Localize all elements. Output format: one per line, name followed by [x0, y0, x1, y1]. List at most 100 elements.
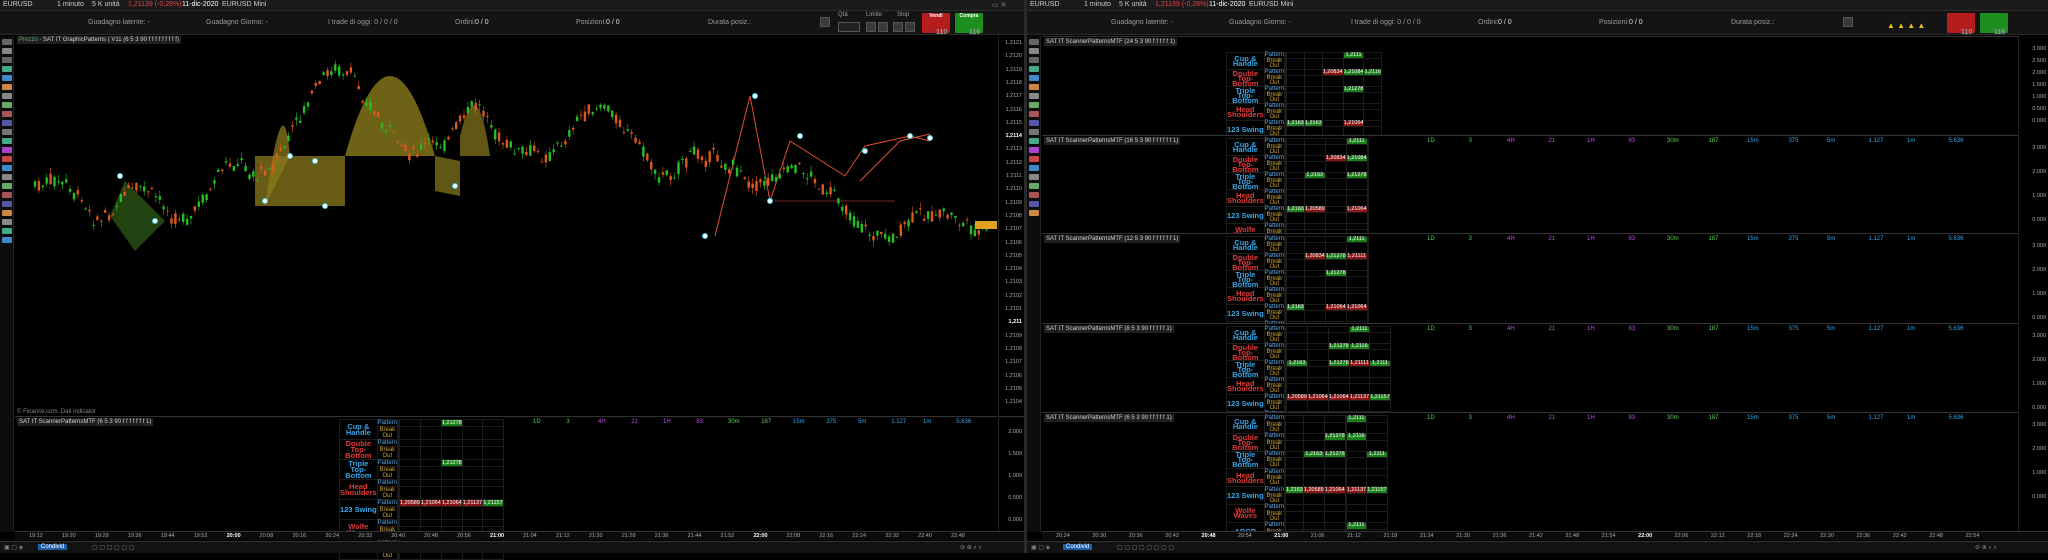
row-kind-label: Break Out [1263, 421, 1286, 434]
channel-tool-icon[interactable] [2, 75, 12, 81]
arrow-tool-icon[interactable] [2, 120, 12, 126]
scanner-cell [1306, 383, 1329, 395]
marker-tool-icon[interactable] [2, 156, 12, 162]
status-icons[interactable]: ▣ ▢ ◈ [4, 544, 23, 551]
measure-tool-icon[interactable] [2, 138, 12, 144]
warning-icon[interactable]: ▲ ▲ ▲ ▲ [1887, 21, 1925, 30]
scanner-cell [1324, 144, 1347, 156]
lock-tool-icon[interactable] [1029, 192, 1039, 198]
zoom-controls[interactable]: ⊖ ⊕ ⌕ ⌕ [1975, 544, 1997, 552]
ellipse-tool-icon[interactable] [2, 111, 12, 117]
pitchfork-tool-icon[interactable] [2, 147, 12, 153]
share-button[interactable]: Condivid [1063, 544, 1093, 550]
scanner-cell [1366, 144, 1369, 156]
positions-value[interactable]: 0 / 0 [606, 19, 620, 26]
timeframe-dropdown[interactable]: 1 minuto [57, 1, 84, 8]
units-dropdown[interactable]: 5 K unità [1119, 1, 1147, 8]
buy-button[interactable]: Compra 116 [955, 13, 983, 36]
ellipse-tool-icon[interactable] [1029, 111, 1039, 117]
candle-body [533, 145, 536, 152]
rectangle-tool-icon[interactable] [2, 102, 12, 108]
status-icons[interactable]: ▣ ▢ ◈ [1031, 544, 1050, 551]
symbol-dropdown[interactable]: EURUSD [3, 1, 33, 8]
fibonacci-tool-icon[interactable] [2, 84, 12, 90]
scanner-cell [461, 486, 484, 500]
settings-icon[interactable] [1843, 17, 1853, 27]
alert-tool-icon[interactable] [1029, 183, 1039, 189]
line-tool-icon[interactable] [2, 57, 12, 63]
positions-value[interactable]: 0 / 0 [1629, 19, 1643, 26]
orders-value[interactable]: 0 / 0 [1498, 19, 1512, 26]
marker-tool-icon[interactable] [1029, 156, 1039, 162]
window-controls[interactable]: ▭ ✕ [992, 1, 1006, 9]
pitchfork-tool-icon[interactable] [1029, 147, 1039, 153]
right-time-axis[interactable]: 20:24 20:30 20:36 20:42 20:48 20:54 21:00 21:06… [1042, 531, 2048, 540]
text-tool-icon[interactable] [1029, 93, 1039, 99]
scanner-cell [482, 479, 504, 487]
cursor-tool-icon[interactable] [1029, 39, 1039, 45]
scanner-cell [1366, 161, 1369, 173]
eraser-tool-icon[interactable] [1029, 129, 1039, 135]
scanner-cell [1286, 109, 1305, 121]
crosshair-tool-icon[interactable] [1029, 48, 1039, 54]
buy-button[interactable]: 116 [1980, 13, 2008, 36]
cursor-tool-icon[interactable] [2, 39, 12, 45]
sell-button[interactable]: 110 [1947, 13, 1975, 36]
time-tick: 21:04 [522, 533, 537, 539]
left-status-tools[interactable]: ▢ ▢ ▢ ▢ ▢ ▢ [92, 544, 134, 551]
symbol-dropdown[interactable]: EURUSD [1030, 1, 1060, 8]
settings-icon[interactable] [820, 17, 830, 27]
right-topbar: EURUSD 1 minuto 5 K unità 1,21139 (-0,28… [1027, 0, 2048, 11]
crosshair-tool-icon[interactable] [2, 48, 12, 54]
candle-body [100, 220, 103, 222]
line-tool-icon[interactable] [1029, 57, 1039, 63]
stop-button[interactable] [893, 22, 903, 32]
measure-tool-icon[interactable] [1029, 138, 1039, 144]
share-button[interactable]: Condivid [38, 544, 68, 550]
fibonacci-tool-icon[interactable] [1029, 84, 1039, 90]
rectangle-tool-icon[interactable] [1029, 102, 1039, 108]
orders-value[interactable]: 0 / 0 [475, 19, 489, 26]
delete-tool-icon[interactable] [2, 210, 12, 216]
stop-button-2[interactable] [905, 22, 915, 32]
sell-button[interactable]: Vendi 110 [922, 13, 950, 36]
hide-tool-icon[interactable] [2, 201, 12, 207]
candle-body [579, 114, 583, 116]
magnet-tool-icon[interactable] [1029, 174, 1039, 180]
timeframe-dropdown[interactable]: 1 minuto [1084, 1, 1111, 8]
zoom-controls[interactable]: ⊖ ⊕ ⌕ ⌕ [960, 544, 982, 552]
trend-tool-icon[interactable] [2, 66, 12, 72]
arrow-tool-icon[interactable] [1029, 120, 1039, 126]
right-status-tools[interactable]: ▢ ▢ ▢ ▢ ▢ ▢ ▢ ▢ [1117, 544, 1174, 551]
limit-button[interactable] [866, 22, 876, 32]
candle-body [848, 212, 852, 221]
left-time-axis[interactable]: 19:12 19:20 19:28 19:36 19:44 19:52 20:00 20:08… [15, 531, 1024, 540]
timeframe-bars: 1.127 [1868, 138, 1884, 144]
stop-label: Stop [897, 12, 910, 18]
limit-button-2[interactable] [878, 22, 888, 32]
trend-tool-icon[interactable] [1029, 66, 1039, 72]
layers-tool-icon[interactable] [2, 219, 12, 225]
channel-tool-icon[interactable] [1029, 75, 1039, 81]
candlestick-chart[interactable] [15, 36, 997, 416]
zoom-tool-icon[interactable] [2, 165, 12, 171]
left-price-chart[interactable]: Prezzo · SAT IT GraphicPatterns ( V11 (6… [15, 36, 997, 416]
lock-tool-icon[interactable] [2, 192, 12, 198]
price-tick: 1,2105 [1005, 252, 1022, 259]
candle-body [474, 102, 477, 110]
hide-tool-icon[interactable] [1029, 201, 1039, 207]
magnet-tool-icon[interactable] [2, 174, 12, 180]
zoom-tool-icon[interactable] [1029, 165, 1039, 171]
pattern-name: Triple Top-Bottom [1226, 86, 1265, 104]
indicator-tool-icon[interactable] [2, 237, 12, 243]
scanner-cell [399, 506, 421, 520]
units-dropdown[interactable]: 5 K unità [92, 1, 120, 8]
eraser-tool-icon[interactable] [2, 129, 12, 135]
qty-input[interactable] [838, 22, 860, 32]
time-tick: 20:08 [259, 533, 274, 539]
alert-tool-icon[interactable] [2, 183, 12, 189]
template-tool-icon[interactable] [2, 228, 12, 234]
text-tool-icon[interactable] [2, 93, 12, 99]
left-price-axis[interactable]: 1,2121 1,2120 1,2119 1,2118 1,2117 1,2116 1,21… [998, 36, 1024, 416]
delete-tool-icon[interactable] [1029, 210, 1039, 216]
